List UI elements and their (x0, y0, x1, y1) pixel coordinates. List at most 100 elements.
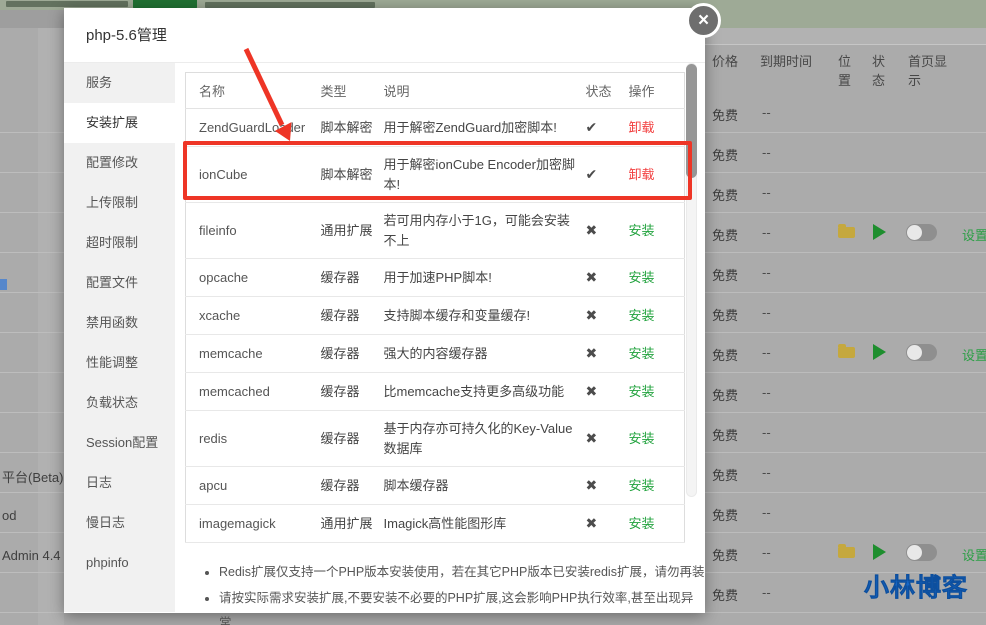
extension-action-cell: 安装 (629, 259, 685, 297)
settings-link[interactable]: 设置 (962, 345, 986, 364)
extension-desc: 强大的内容缓存器 (384, 335, 586, 373)
bg-expire: -- (762, 145, 771, 160)
extension-action-cell: 安装 (629, 411, 685, 467)
close-icon[interactable]: × (686, 3, 721, 38)
background-menu-item-fragment[interactable]: 平台(Beta) (2, 467, 63, 486)
install-link[interactable]: 安装 (629, 384, 655, 399)
extension-name: ZendGuardLoader (186, 109, 321, 147)
background-toolbar-strip (705, 28, 986, 45)
sidebar-item-Session配置[interactable]: Session配置 (64, 423, 175, 463)
bg-expire: -- (762, 345, 771, 360)
sidebar-item-负载状态[interactable]: 负载状态 (64, 383, 175, 423)
bg-expire: -- (762, 465, 771, 480)
sidebar-item-phpinfo[interactable]: phpinfo (64, 543, 175, 583)
bg-price: 免费 (712, 305, 738, 324)
bg-table-row: 免费 -- (705, 133, 986, 173)
uninstall-link[interactable]: 卸载 (629, 120, 655, 135)
php-manage-modal: php-5.6管理 服务安装扩展配置修改上传限制超时限制配置文件禁用函数性能调整… (64, 8, 705, 613)
sidebar-item-性能调整[interactable]: 性能调整 (64, 343, 175, 383)
background-menu-item-fragment[interactable]: Admin 4.4 (2, 548, 61, 563)
extension-status: ✔ (586, 147, 629, 203)
not-installed-x-icon: ✖ (586, 515, 598, 531)
extension-action-cell: 安装 (629, 203, 685, 259)
folder-icon[interactable] (838, 347, 855, 358)
bg-expire: -- (762, 585, 771, 600)
install-link[interactable]: 安装 (629, 431, 655, 446)
sidebar-item-日志[interactable]: 日志 (64, 463, 175, 503)
extension-action-cell: 卸载 (629, 109, 685, 147)
play-icon[interactable] (873, 224, 886, 240)
sidebar-item-配置文件[interactable]: 配置文件 (64, 263, 175, 303)
sidebar-item-超时限制[interactable]: 超时限制 (64, 223, 175, 263)
extension-name: imagemagick (186, 505, 321, 543)
play-icon[interactable] (873, 544, 886, 560)
not-installed-x-icon: ✖ (586, 477, 598, 493)
bg-price: 免费 (712, 585, 738, 604)
extension-type: 缓存器 (321, 373, 384, 411)
bg-table-row: 免费--设置 (705, 533, 986, 573)
header-type: 类型 (321, 73, 384, 109)
folder-icon[interactable] (838, 227, 855, 238)
sidebar-item-慢日志[interactable]: 慢日志 (64, 503, 175, 543)
extension-desc: 基于内存亦可持久化的Key-Value数据库 (384, 411, 586, 467)
bg-price: 免费 (712, 145, 738, 164)
settings-link[interactable]: 设置 (962, 225, 986, 244)
extension-row-xcache: xcache缓存器支持脚本缓存和变量缓存!✖安装 (186, 297, 685, 335)
extension-row-memcache: memcache缓存器强大的内容缓存器✖安装 (186, 335, 685, 373)
bg-table-row: 免费-- (705, 373, 986, 413)
play-icon[interactable] (873, 344, 886, 360)
sidebar-item-服务[interactable]: 服务 (64, 63, 175, 103)
extension-desc: 用于加速PHP脚本! (384, 259, 586, 297)
extension-desc: 用于解密ionCube Encoder加密脚本! (384, 147, 586, 203)
extension-status: ✖ (586, 203, 629, 259)
header-status: 状态 (586, 73, 629, 109)
install-link[interactable]: 安装 (629, 516, 655, 531)
sidebar-item-安装扩展[interactable]: 安装扩展 (64, 103, 175, 143)
column-homepage: 首页显示 (908, 53, 952, 91)
bg-price: 免费 (712, 345, 738, 364)
extension-row-ZendGuardLoader: ZendGuardLoader脚本解密用于解密ZendGuard加密脚本!✔卸载 (186, 109, 685, 147)
install-link[interactable]: 安装 (629, 478, 655, 493)
extension-action-cell: 安装 (629, 373, 685, 411)
extension-action-cell: 卸载 (629, 147, 685, 203)
extension-status: ✖ (586, 335, 629, 373)
extension-name: opcache (186, 259, 321, 297)
note-item: Redis扩展仅支持一个PHP版本安装使用，若在其它PHP版本已安装redis扩… (219, 560, 705, 586)
not-installed-x-icon: ✖ (586, 307, 598, 323)
homepage-toggle[interactable] (906, 544, 937, 561)
extension-action-cell: 安装 (629, 297, 685, 335)
bg-table-row: 免费-- (705, 293, 986, 333)
sidebar-item-配置修改[interactable]: 配置修改 (64, 143, 175, 183)
bg-table-row: 免费-- (705, 253, 986, 293)
column-position: 位置 (838, 53, 854, 91)
bg-table-row: 免费--设置 (705, 213, 986, 253)
bg-price: 免费 (712, 225, 738, 244)
install-link[interactable]: 安装 (629, 270, 655, 285)
extension-type: 脚本解密 (321, 147, 384, 203)
install-link[interactable]: 安装 (629, 308, 655, 323)
homepage-toggle[interactable] (906, 344, 937, 361)
extension-desc: Imagick高性能图形库 (384, 505, 586, 543)
table-scrollbar-thumb[interactable] (686, 64, 697, 178)
uninstall-link[interactable]: 卸载 (629, 167, 655, 182)
column-price: 价格 (712, 53, 738, 72)
sidebar-item-上传限制[interactable]: 上传限制 (64, 183, 175, 223)
settings-link[interactable]: 设置 (962, 545, 986, 564)
homepage-toggle[interactable] (906, 224, 937, 241)
sidebar-item-禁用函数[interactable]: 禁用函数 (64, 303, 175, 343)
extension-desc: 若可用内存小于1G，可能会安装不上 (384, 203, 586, 259)
modal-header: php-5.6管理 (64, 8, 705, 63)
extension-name: apcu (186, 467, 321, 505)
extension-desc: 比memcache支持更多高级功能 (384, 373, 586, 411)
background-menu-item-fragment[interactable]: od (2, 508, 16, 523)
bg-expire: -- (762, 385, 771, 400)
background-left-row-lines (0, 93, 64, 625)
header-desc: 说明 (384, 73, 586, 109)
install-link[interactable]: 安装 (629, 223, 655, 238)
folder-icon[interactable] (838, 547, 855, 558)
install-link[interactable]: 安装 (629, 346, 655, 361)
table-scrollbar-track[interactable] (686, 63, 697, 497)
extension-type: 缓存器 (321, 297, 384, 335)
extension-desc: 脚本缓存器 (384, 467, 586, 505)
extension-type: 缓存器 (321, 335, 384, 373)
